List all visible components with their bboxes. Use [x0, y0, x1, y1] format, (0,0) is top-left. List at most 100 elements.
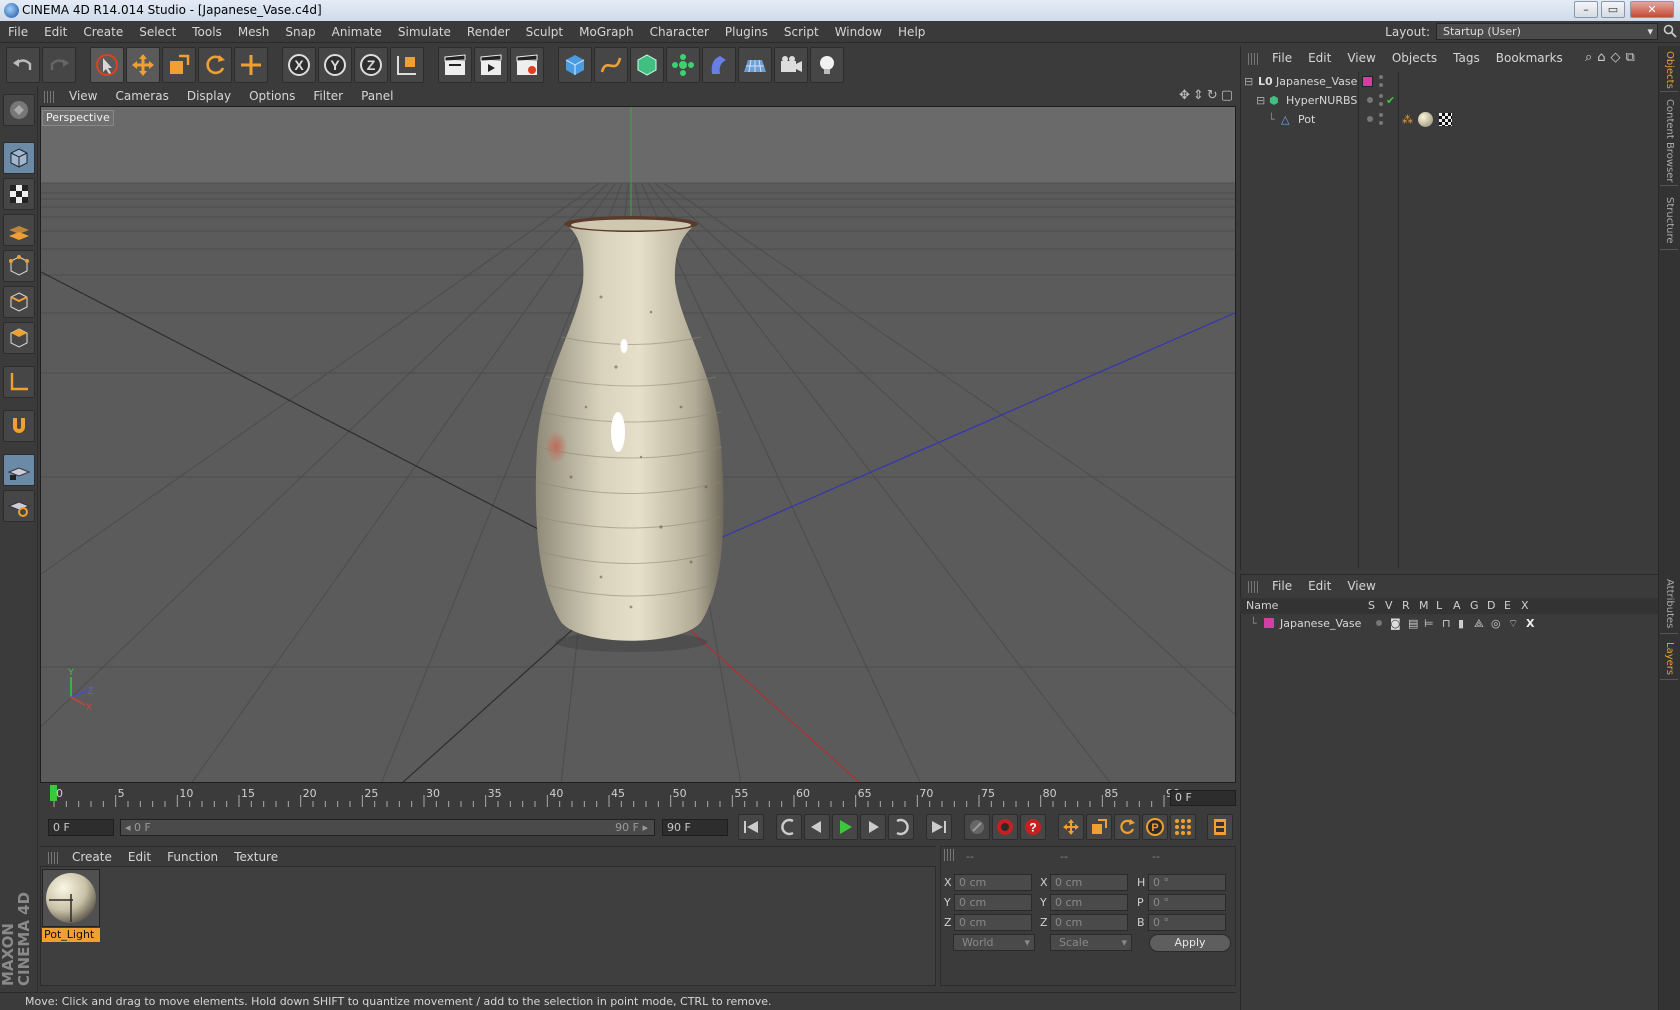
axis-mode-button[interactable]	[3, 366, 35, 398]
coordinate-system-button[interactable]	[390, 47, 424, 83]
redo-button[interactable]	[42, 47, 76, 83]
panel-grip-icon[interactable]	[1248, 580, 1260, 593]
lm-menu-view[interactable]: View	[1339, 576, 1383, 596]
model-mode-button[interactable]	[3, 142, 35, 174]
menu-simulate[interactable]: Simulate	[390, 21, 459, 43]
record-key-off-button[interactable]	[964, 814, 990, 840]
size-x-field[interactable]: 0 cm	[1050, 874, 1128, 891]
material-manager-area[interactable]	[40, 866, 936, 986]
start-frame-field[interactable]: 0 F	[48, 819, 114, 836]
tab-objects[interactable]: Objects	[1660, 48, 1678, 92]
menu-animate[interactable]: Animate	[324, 21, 390, 43]
current-frame-field[interactable]: 0 F	[1170, 790, 1236, 806]
render-visibility-dot[interactable]	[1379, 102, 1383, 106]
planar-workplane-button[interactable]	[3, 490, 35, 522]
menu-help[interactable]: Help	[890, 21, 933, 43]
viewport-menu-display[interactable]: Display	[178, 86, 240, 106]
layer-name[interactable]: Japanese_Vase	[1280, 614, 1361, 633]
layout-dropdown[interactable]: Startup (User)	[1436, 23, 1658, 40]
key-parameter-button[interactable]: P	[1142, 814, 1168, 840]
add-deformer-button[interactable]	[702, 47, 736, 83]
om-menu-tags[interactable]: Tags	[1445, 48, 1488, 68]
z-axis-lock-button[interactable]: Z	[354, 47, 388, 83]
panel-grip-icon[interactable]	[44, 90, 56, 103]
material-thumbnail[interactable]	[42, 869, 100, 927]
workplane-mode-button[interactable]	[3, 214, 35, 246]
menu-window[interactable]: Window	[827, 21, 890, 43]
menu-snap[interactable]: Snap	[277, 21, 323, 43]
menu-character[interactable]: Character	[642, 21, 717, 43]
menu-mograph[interactable]: MoGraph	[571, 21, 642, 43]
y-axis-lock-button[interactable]: Y	[318, 47, 352, 83]
om-menu-view[interactable]: View	[1339, 48, 1383, 68]
collapse-toggle-icon[interactable]: ⊟	[1256, 91, 1265, 110]
add-cube-button[interactable]	[558, 47, 592, 83]
enabled-checkmark-icon[interactable]: ✔	[1386, 91, 1395, 110]
menu-script[interactable]: Script	[776, 21, 827, 43]
manager-toggle-icon[interactable]: ⊨	[1424, 614, 1434, 633]
go-to-start-button[interactable]	[738, 814, 764, 840]
column-deformers[interactable]: D	[1487, 598, 1495, 614]
apply-button[interactable]: Apply	[1149, 934, 1231, 952]
coordinate-mode-dropdown[interactable]: World	[953, 934, 1035, 951]
lm-menu-edit[interactable]: Edit	[1300, 576, 1339, 596]
menu-sculpt[interactable]: Sculpt	[518, 21, 571, 43]
render-toggle-icon[interactable]: ▤	[1408, 614, 1418, 633]
layer-color-swatch[interactable]	[1362, 76, 1373, 87]
object-row-pot[interactable]: └ △ Pot ⁂	[1240, 110, 1658, 129]
panel-grip-icon[interactable]	[48, 851, 60, 864]
key-position-button[interactable]	[1058, 814, 1084, 840]
rotate-tool-button[interactable]	[198, 47, 232, 83]
column-solo[interactable]: S	[1368, 598, 1375, 614]
menu-file[interactable]: File	[0, 21, 36, 43]
scale-tool-button[interactable]	[162, 47, 196, 83]
deformer-toggle-icon[interactable]: ◎	[1491, 614, 1501, 633]
previous-frame-button[interactable]	[804, 814, 830, 840]
add-camera-button[interactable]	[774, 47, 808, 83]
position-z-field[interactable]: 0 cm	[954, 914, 1032, 931]
panel-grip-icon[interactable]	[1248, 52, 1260, 65]
object-name[interactable]: HyperNURBS	[1286, 91, 1357, 110]
record-active-objects-button[interactable]	[992, 814, 1018, 840]
column-generators[interactable]: G	[1470, 598, 1479, 614]
phong-tag-icon[interactable]: ⁂	[1402, 110, 1413, 129]
column-manager[interactable]: M	[1419, 598, 1429, 614]
material-tag-icon[interactable]	[1418, 112, 1433, 127]
render-view-button[interactable]	[438, 47, 472, 83]
texture-mode-button[interactable]	[3, 178, 35, 210]
perspective-viewport[interactable]: Y Z X	[40, 106, 1236, 783]
next-keyframe-button[interactable]	[888, 814, 914, 840]
lm-menu-file[interactable]: File	[1264, 576, 1300, 596]
position-y-field[interactable]: 0 cm	[954, 894, 1032, 911]
collapse-icon[interactable]: ◇	[1611, 50, 1626, 65]
visibility-dot[interactable]	[1367, 97, 1373, 103]
edges-mode-button[interactable]	[3, 286, 35, 318]
column-expressions[interactable]: E	[1504, 598, 1511, 614]
polygons-mode-button[interactable]	[3, 322, 35, 354]
size-mode-dropdown[interactable]: Scale	[1050, 934, 1132, 951]
recent-tools-button[interactable]	[234, 47, 268, 83]
move-tool-button[interactable]	[126, 47, 160, 83]
render-visibility-dot[interactable]	[1379, 121, 1383, 125]
viewport-menu-options[interactable]: Options	[240, 86, 304, 106]
view-toggle-icon[interactable]: ◙	[1390, 614, 1401, 633]
key-rotation-button[interactable]	[1114, 814, 1140, 840]
panel-grip-icon[interactable]	[944, 849, 956, 861]
column-view[interactable]: V	[1385, 598, 1393, 614]
position-x-field[interactable]: 0 cm	[954, 874, 1032, 891]
add-mograph-button[interactable]	[666, 47, 700, 83]
object-row-japanese-vase[interactable]: ⊟ L0 Japanese_Vase	[1240, 72, 1658, 91]
rotation-b-field[interactable]: 0 °	[1148, 914, 1226, 931]
om-menu-edit[interactable]: Edit	[1300, 48, 1339, 68]
menu-edit[interactable]: Edit	[36, 21, 75, 43]
key-scale-button[interactable]	[1086, 814, 1112, 840]
live-selection-button[interactable]	[90, 47, 124, 83]
material-name-label[interactable]: Pot_Light	[42, 928, 100, 942]
end-frame-field[interactable]: 90 F	[662, 819, 728, 836]
menu-tools[interactable]: Tools	[184, 21, 230, 43]
add-environment-button[interactable]	[738, 47, 772, 83]
xref-toggle-icon[interactable]: X	[1526, 614, 1534, 633]
render-visibility-dot[interactable]	[1379, 83, 1383, 87]
undo-button[interactable]	[6, 47, 40, 83]
points-mode-button[interactable]	[3, 250, 35, 282]
